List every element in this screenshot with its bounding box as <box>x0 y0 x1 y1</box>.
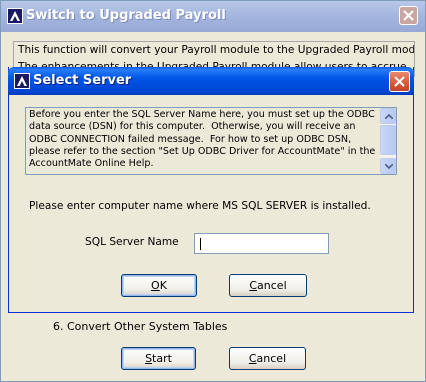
dialog-cancel-button[interactable]: Cancel <box>229 274 307 297</box>
start-button[interactable]: Start <box>121 347 196 370</box>
info-textbox[interactable]: Before you enter the SQL Server Name her… <box>25 107 397 175</box>
arrow-up-icon <box>385 114 393 119</box>
scroll-thumb[interactable] <box>380 125 396 155</box>
accountmate-logo-icon <box>7 8 23 24</box>
step-convert-other-tables: 6. Convert Other System Tables <box>53 320 228 333</box>
outer-close-button[interactable] <box>399 6 418 25</box>
accountmate-logo-icon <box>14 73 30 89</box>
ok-button[interactable]: OK <box>121 274 197 297</box>
text-caret <box>200 238 201 250</box>
info-text: Before you enter the SQL Server Name her… <box>29 109 376 170</box>
dialog-close-button[interactable] <box>389 71 410 92</box>
server-prompt: Please enter computer name where MS SQL … <box>29 200 371 212</box>
select-server-dialog: Select Server Before you enter the SQL S… <box>8 67 414 313</box>
vertical-scrollbar[interactable] <box>380 108 396 174</box>
server-name-input[interactable] <box>194 233 329 254</box>
outer-cancel-button[interactable]: Cancel <box>229 347 306 370</box>
outer-titlebar: Switch to Upgraded Payroll <box>1 1 425 32</box>
scroll-up-button[interactable] <box>380 108 396 124</box>
close-icon <box>394 76 405 87</box>
outer-window-title: Switch to Upgraded Payroll <box>26 8 226 23</box>
server-name-label: SQL Server Name <box>85 236 179 248</box>
outer-description-line: This function will convert your Payroll … <box>18 44 415 56</box>
scroll-down-button[interactable] <box>380 158 396 174</box>
arrow-down-icon <box>385 164 393 169</box>
dialog-titlebar: Select Server <box>8 67 414 95</box>
close-icon <box>403 10 414 21</box>
dialog-title: Select Server <box>33 73 132 88</box>
